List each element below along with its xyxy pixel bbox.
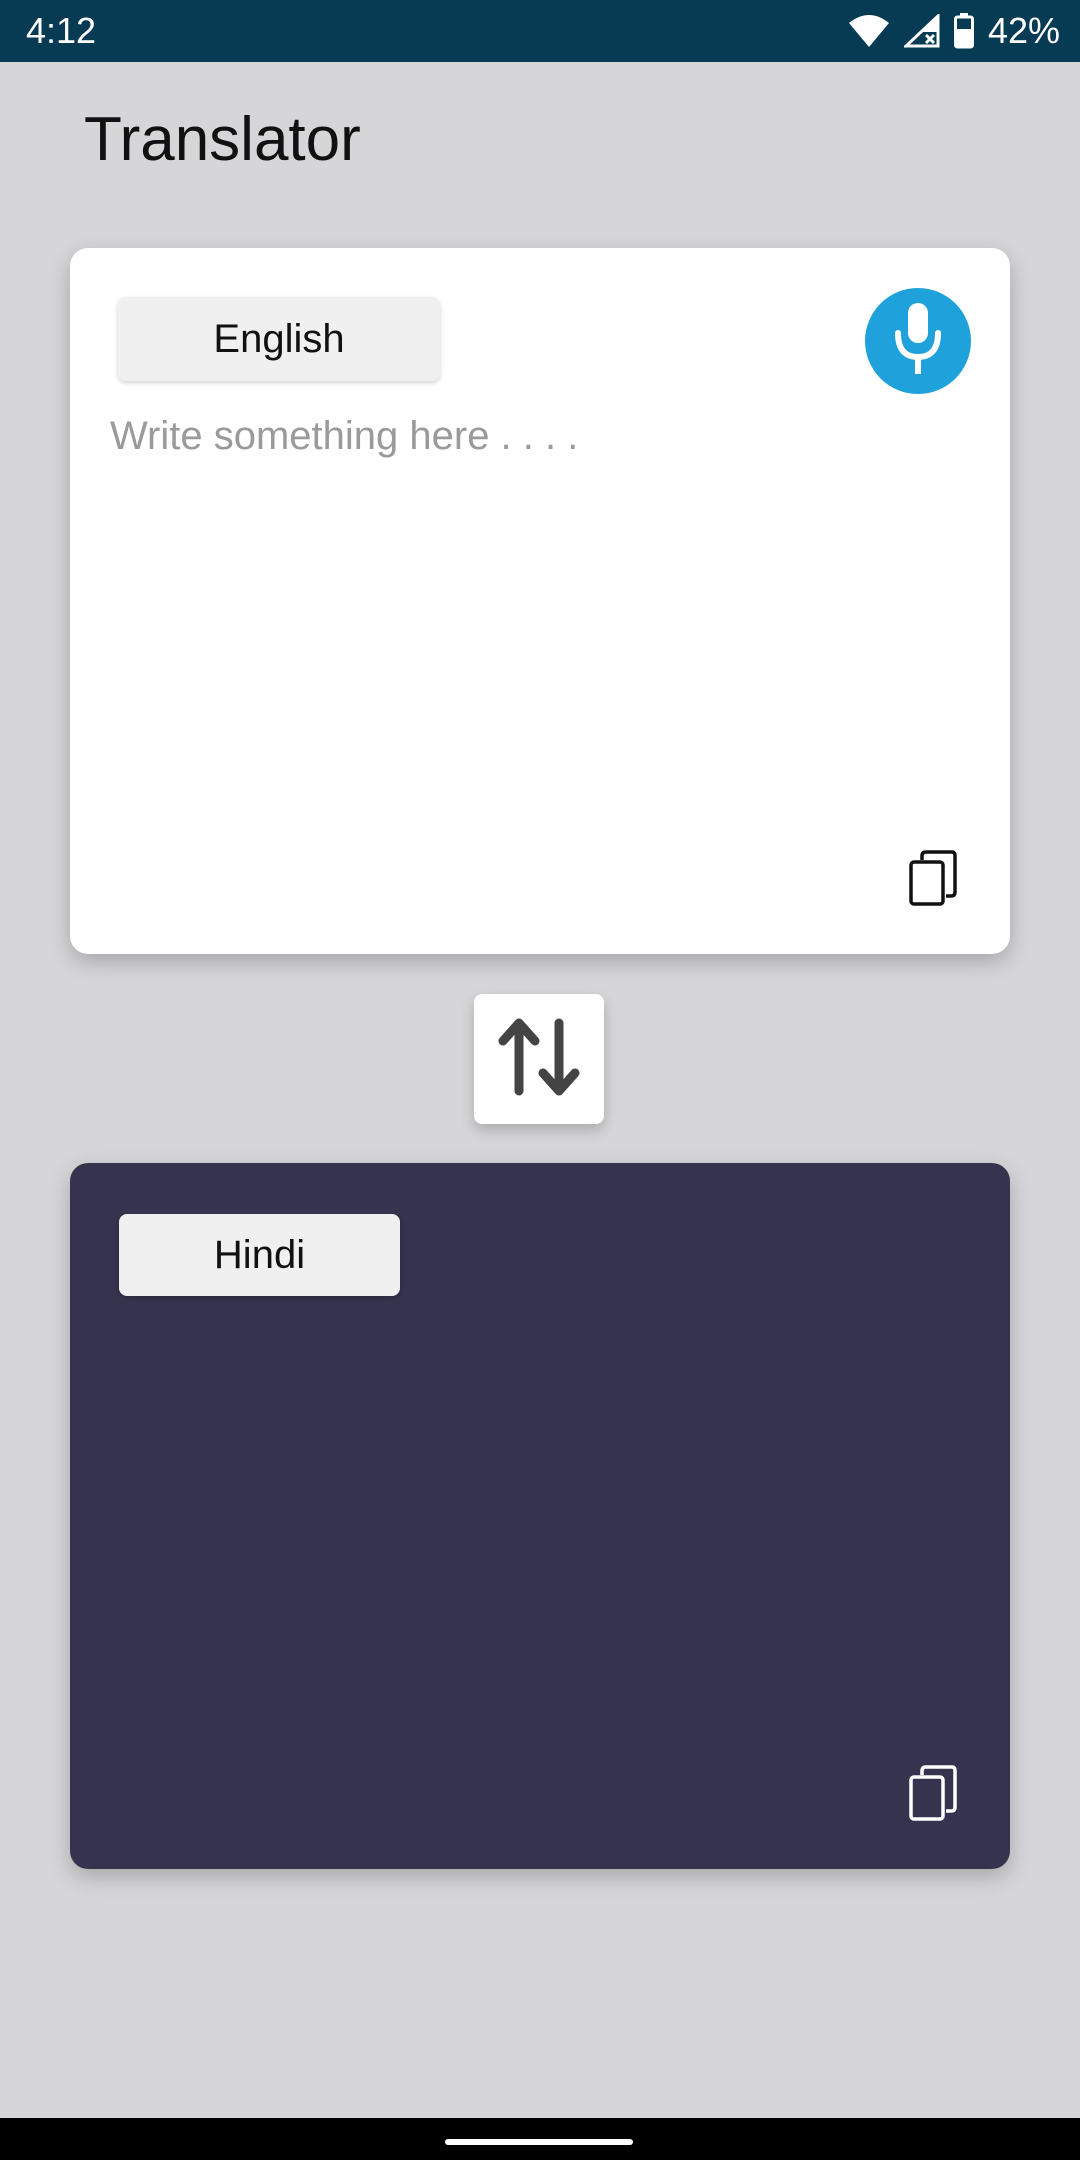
microphone-button[interactable] [865,288,971,394]
source-language-button[interactable]: English [118,297,440,381]
microphone-icon [890,299,946,384]
home-indicator[interactable] [445,2139,633,2145]
battery-icon [953,13,974,49]
battery-percent: 42% [987,10,1060,51]
target-language-button[interactable]: Hindi [119,1214,400,1296]
wifi-icon [848,14,890,48]
status-time: 4:12 [26,10,97,51]
signal-icon [903,14,940,48]
source-card: English Write something here . . . . [70,248,1010,954]
swap-vertical-icon [497,1017,581,1102]
source-placeholder: Write something here . . . . [110,414,579,458]
status-icons: 42% [848,10,1060,52]
navigation-bar [0,2118,1080,2160]
copy-icon[interactable] [908,848,958,908]
copy-icon[interactable] [908,1763,958,1823]
source-text-input[interactable]: Write something here . . . . [110,408,970,828]
swap-languages-button[interactable] [474,994,604,1124]
app-title: Translator [84,105,361,174]
status-bar: 4:12 42% [0,0,1080,62]
target-card: Hindi [70,1163,1010,1869]
